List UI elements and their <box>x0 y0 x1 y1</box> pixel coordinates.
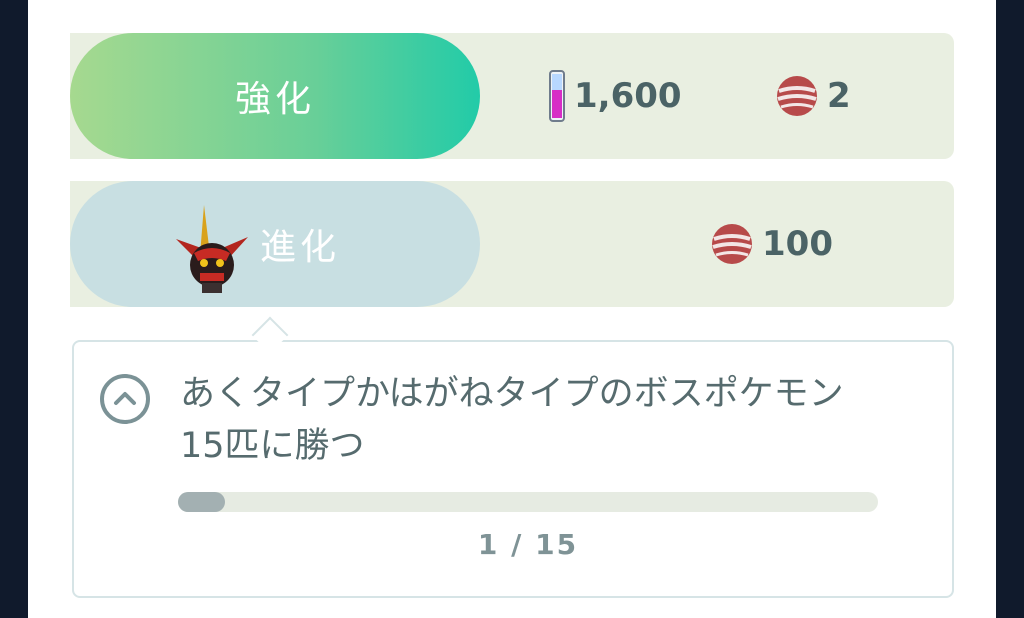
powerup-row: 強化 1,600 2 <box>70 33 954 159</box>
candy-icon <box>777 76 817 116</box>
evolution-requirement-tooltip: あくタイプかはがねタイプのボスポケモン15匹に勝つ 1 / 15 <box>72 340 954 598</box>
evolved-pokemon-sprite <box>176 205 248 293</box>
powerup-button[interactable]: 強化 <box>70 33 480 159</box>
evolve-row: 進化 100 <box>70 181 954 307</box>
progress-bar-fill <box>178 492 225 512</box>
powerup-candy-cost: 2 <box>775 33 851 159</box>
evolve-candy-cost: 100 <box>710 181 833 307</box>
powerup-candy-value: 2 <box>827 76 851 116</box>
stardust-cost: 1,600 <box>548 33 682 159</box>
stardust-cost-value: 1,600 <box>574 76 682 116</box>
collapse-toggle-button[interactable] <box>100 374 150 424</box>
powerup-label: 強化 <box>234 79 315 120</box>
evolve-candy-value: 100 <box>762 224 833 264</box>
progress-count: 1 / 15 <box>477 528 579 561</box>
candy-icon <box>712 224 752 264</box>
evolve-button[interactable]: 進化 <box>70 181 480 307</box>
evolve-label: 進化 <box>259 227 340 268</box>
stardust-vial-icon <box>549 70 565 122</box>
requirement-text: あくタイプかはがねタイプのボスポケモン15匹に勝つ <box>180 374 844 466</box>
progress-bar <box>178 492 878 512</box>
chevron-up-icon <box>114 392 136 405</box>
